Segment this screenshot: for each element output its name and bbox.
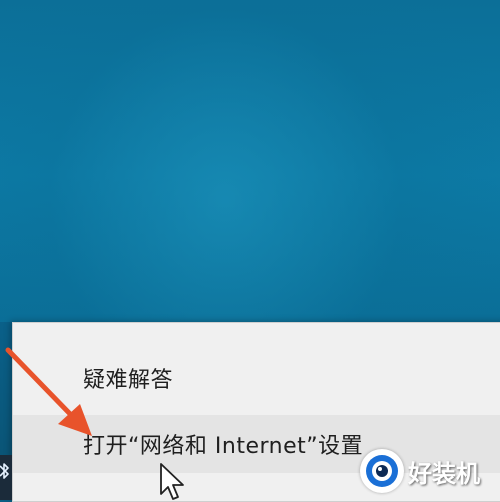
bluetooth-icon[interactable]	[0, 459, 11, 485]
menu-item-label: 打开“网络和 Internet”设置	[83, 434, 364, 459]
red-arrow-icon	[5, 347, 92, 436]
watermark-text: 好装机	[408, 459, 480, 488]
watermark: 好装机	[360, 446, 500, 496]
eye-logo-icon	[360, 449, 404, 493]
mouse-cursor-icon	[160, 463, 184, 500]
